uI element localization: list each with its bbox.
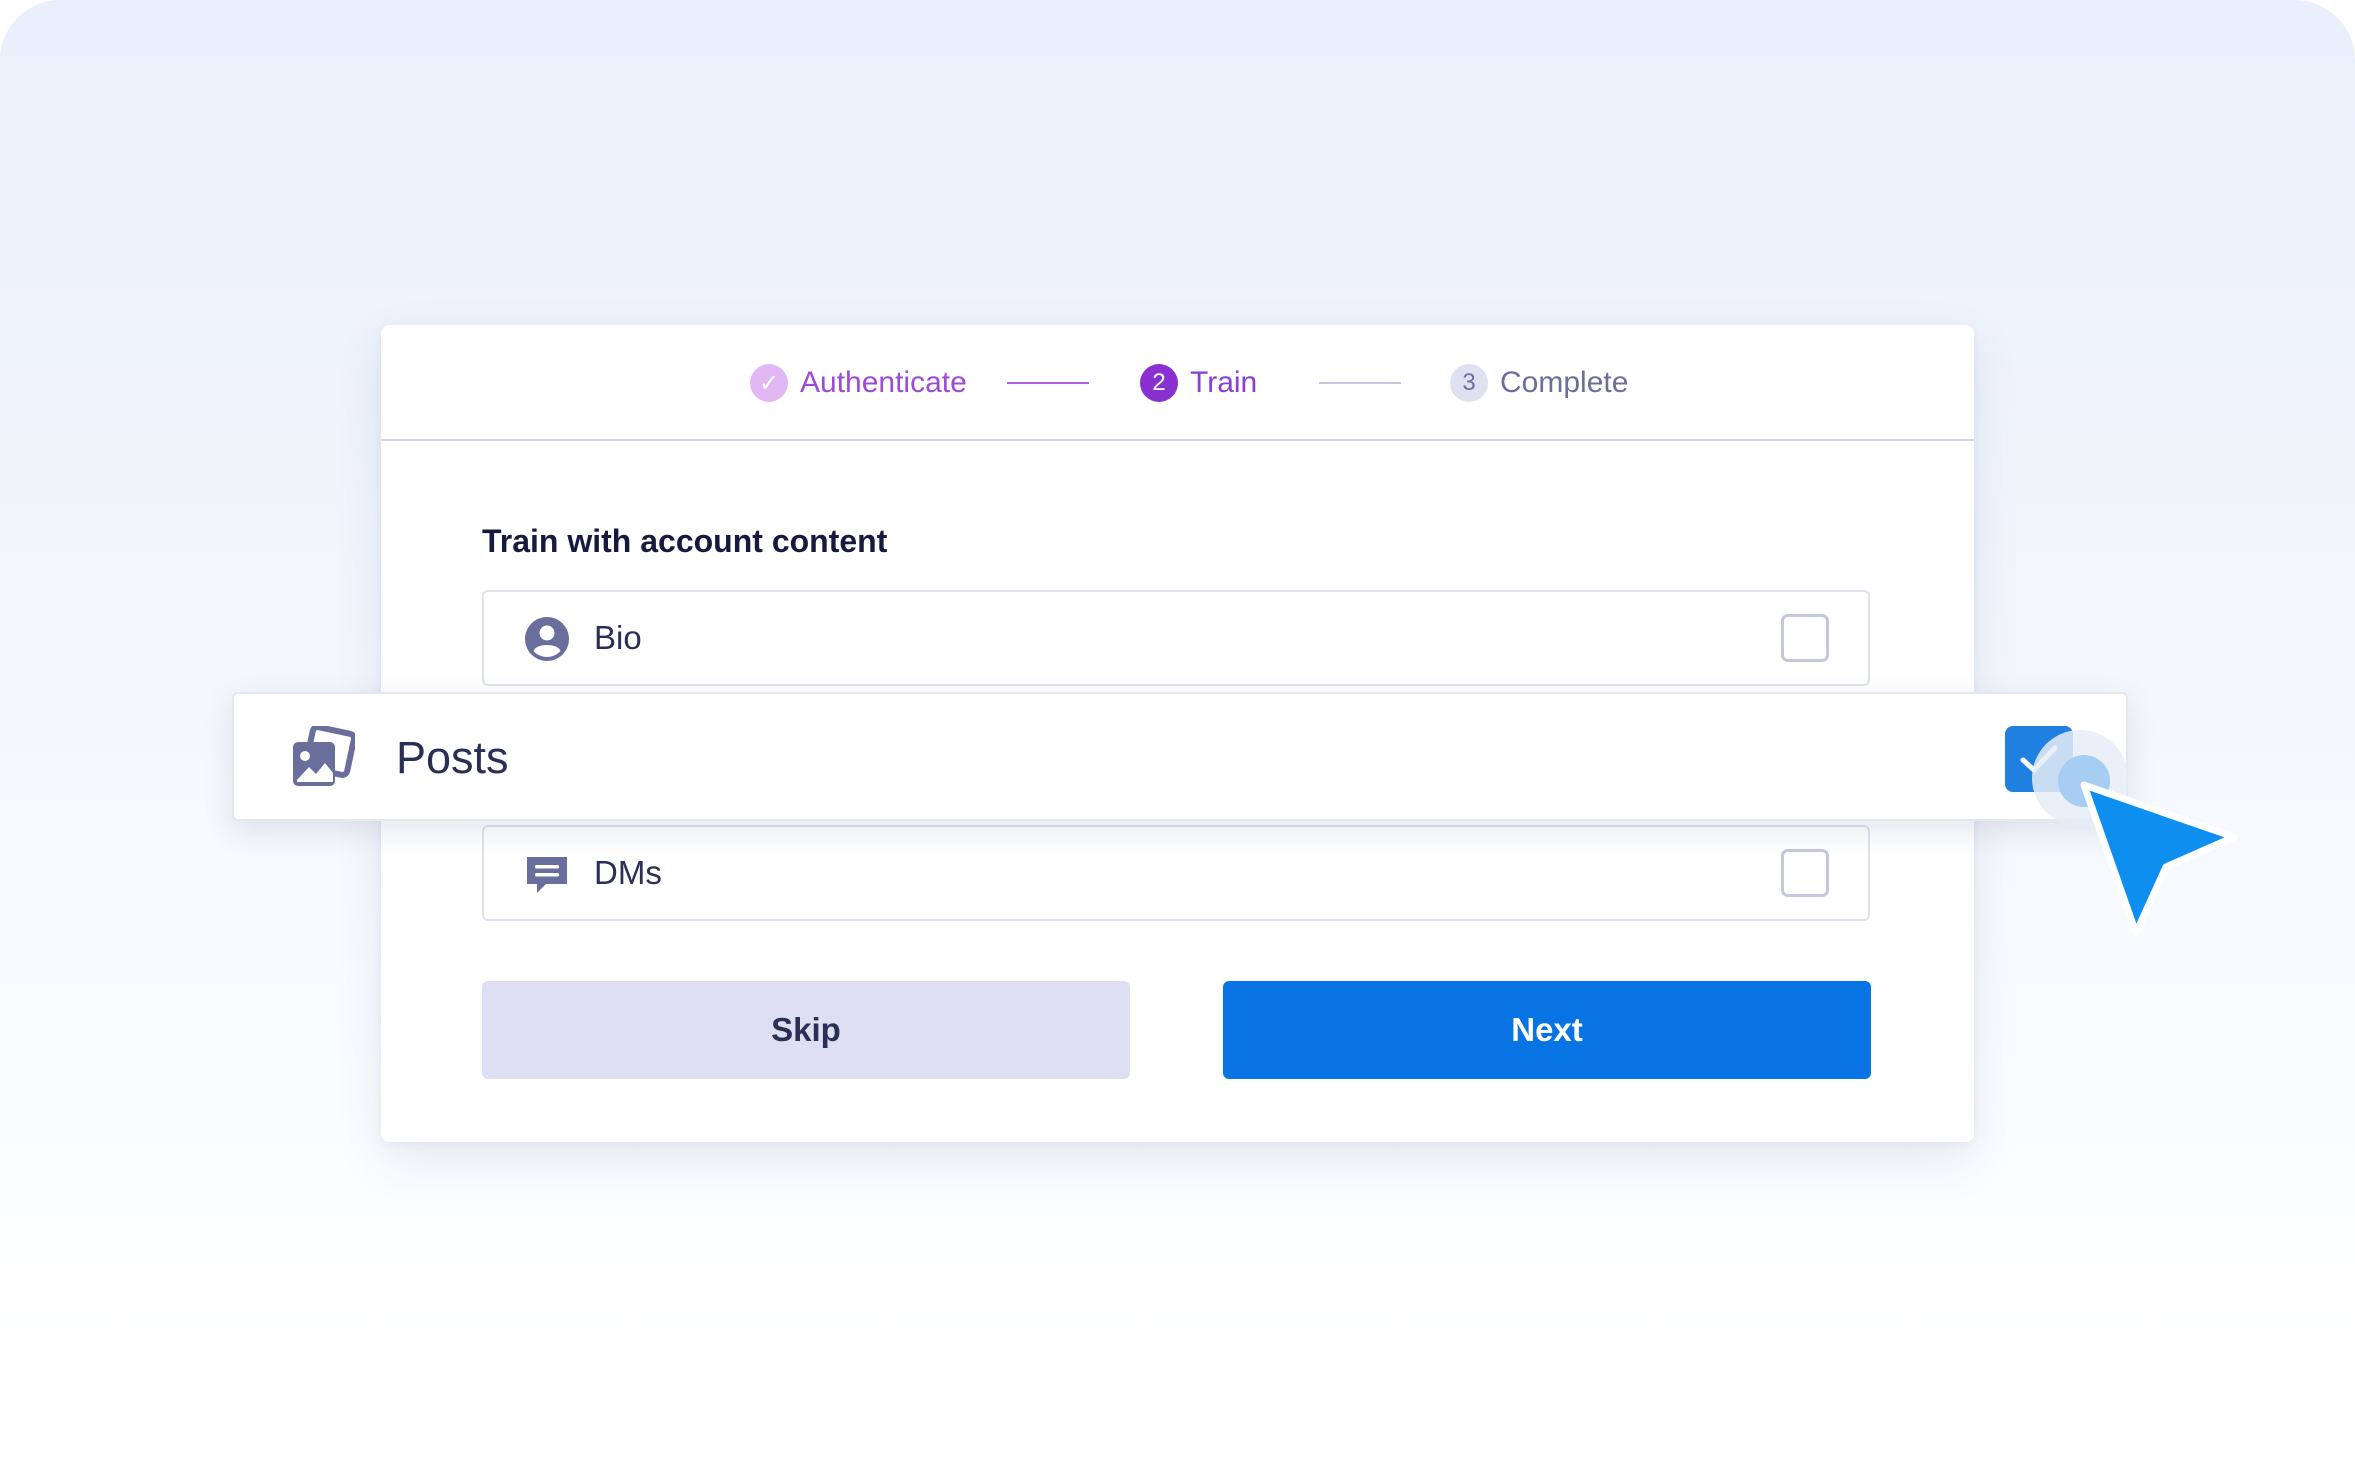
step-complete-check-icon: ✓	[750, 364, 788, 402]
skip-button[interactable]: Skip	[482, 981, 1130, 1079]
progress-stepper: ✓ Authenticate 2 Train 3 Complete	[381, 325, 1974, 441]
option-label: Posts	[396, 732, 509, 783]
user-circle-icon	[525, 617, 569, 661]
option-dms[interactable]: DMs	[482, 825, 1870, 921]
option-posts[interactable]: Posts	[232, 692, 2128, 821]
step-label: Train	[1190, 366, 1258, 399]
dms-checkbox[interactable]	[1781, 849, 1829, 897]
message-icon	[527, 857, 567, 893]
step-label: Complete	[1500, 366, 1629, 399]
step-number-badge: 3	[1450, 364, 1488, 402]
step-connector	[1007, 382, 1089, 384]
step-authenticate: ✓ Authenticate	[750, 363, 967, 403]
section-title: Train with account content	[482, 523, 888, 559]
step-number-badge: 2	[1140, 364, 1178, 402]
images-icon	[293, 726, 355, 786]
option-label: Bio	[594, 619, 642, 656]
step-train: 2 Train	[1140, 363, 1257, 403]
mouse-pointer-icon	[2032, 730, 2238, 937]
bio-checkbox[interactable]	[1781, 614, 1829, 662]
next-button[interactable]: Next	[1223, 981, 1871, 1079]
option-label: DMs	[594, 854, 662, 891]
step-complete: 3 Complete	[1450, 363, 1628, 403]
step-connector	[1319, 382, 1401, 384]
step-label: Authenticate	[800, 366, 967, 399]
option-bio[interactable]: Bio	[482, 590, 1870, 686]
